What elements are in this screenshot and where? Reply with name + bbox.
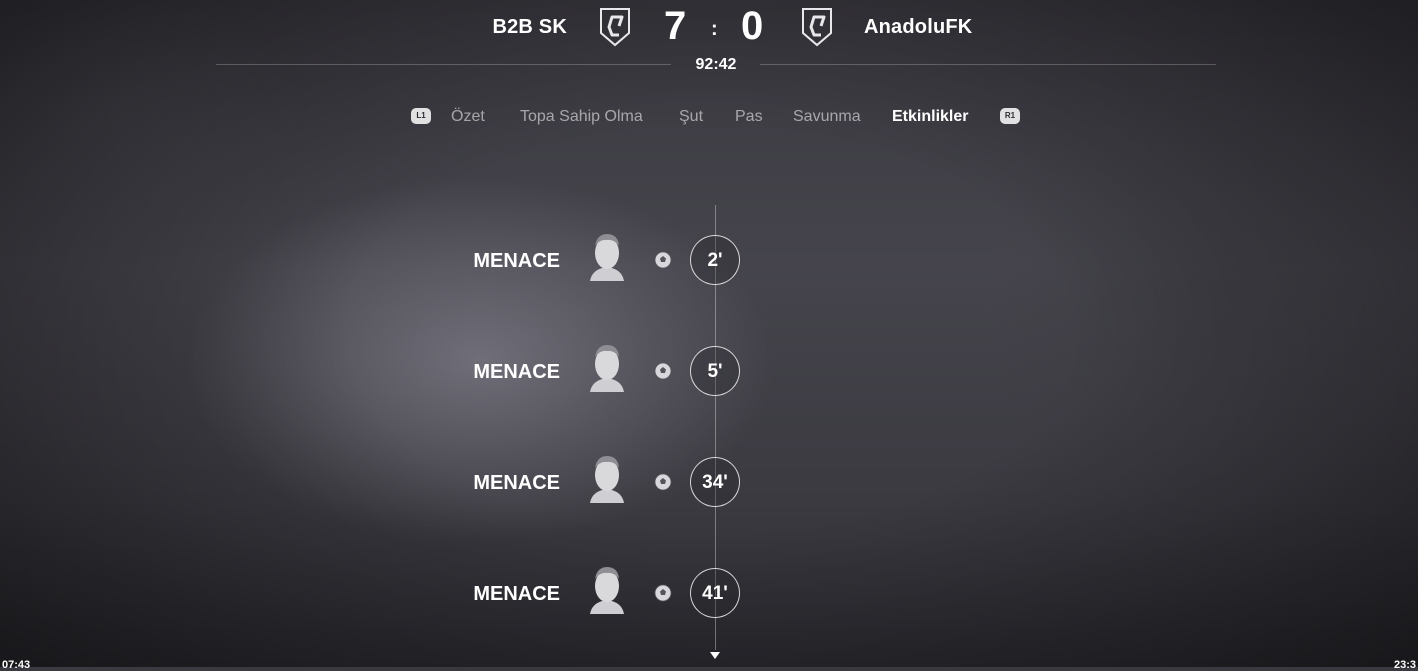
event-row[interactable]: MENACE 2' (0, 231, 1418, 291)
player-avatar-icon (590, 234, 624, 281)
event-row[interactable]: MENACE 34' (0, 453, 1418, 513)
event-minute-badge: 5' (690, 346, 740, 396)
player-name: MENACE (473, 250, 560, 272)
away-team-name: AnadoluFK (864, 16, 973, 38)
home-team-crest-icon (600, 8, 630, 47)
event-minute-badge: 41' (690, 568, 740, 618)
player-name: MENACE (473, 472, 560, 494)
scroll-down-arrow-icon[interactable] (710, 652, 720, 659)
player-avatar-icon (590, 456, 624, 503)
away-team-crest-icon (802, 8, 832, 47)
player-avatar-icon (590, 567, 624, 614)
tab-possession[interactable]: Topa Sahip Olma (520, 108, 643, 126)
player-avatar-icon (590, 345, 624, 392)
stats-tab-bar: L1 Özet Topa Sahip Olma Şut Pas Savunma … (0, 106, 1418, 130)
tab-ozet[interactable]: Özet (451, 108, 485, 126)
football-icon (654, 251, 672, 269)
home-score: 7 (664, 4, 687, 48)
r1-button-hint-icon[interactable]: R1 (1000, 108, 1020, 124)
match-clock: 92:42 (695, 56, 737, 73)
event-minute-badge: 34' (690, 457, 740, 507)
tab-defense[interactable]: Savunma (793, 108, 861, 126)
away-score: 0 (741, 4, 764, 48)
score-separator: : (711, 18, 718, 40)
player-name: MENACE (473, 361, 560, 383)
bottom-left-time: 07:43 (2, 659, 31, 671)
football-icon (654, 473, 672, 491)
event-row[interactable]: MENACE 5' (0, 342, 1418, 402)
tab-events[interactable]: Etkinlikler (892, 108, 968, 126)
l1-button-hint-icon[interactable]: L1 (411, 108, 431, 124)
event-minute-badge: 2' (690, 235, 740, 285)
bottom-right-time: 23:3 (1393, 659, 1416, 671)
tab-passes[interactable]: Pas (735, 108, 763, 126)
football-icon (654, 584, 672, 602)
player-name: MENACE (473, 583, 560, 605)
scoreboard: B2B SK 7 : 0 AnadoluFK 92:42 (0, 0, 1418, 80)
home-team-name: B2B SK (492, 16, 567, 38)
event-row[interactable]: MENACE 41' (0, 564, 1418, 624)
football-icon (654, 362, 672, 380)
tab-shots[interactable]: Şut (679, 108, 703, 126)
